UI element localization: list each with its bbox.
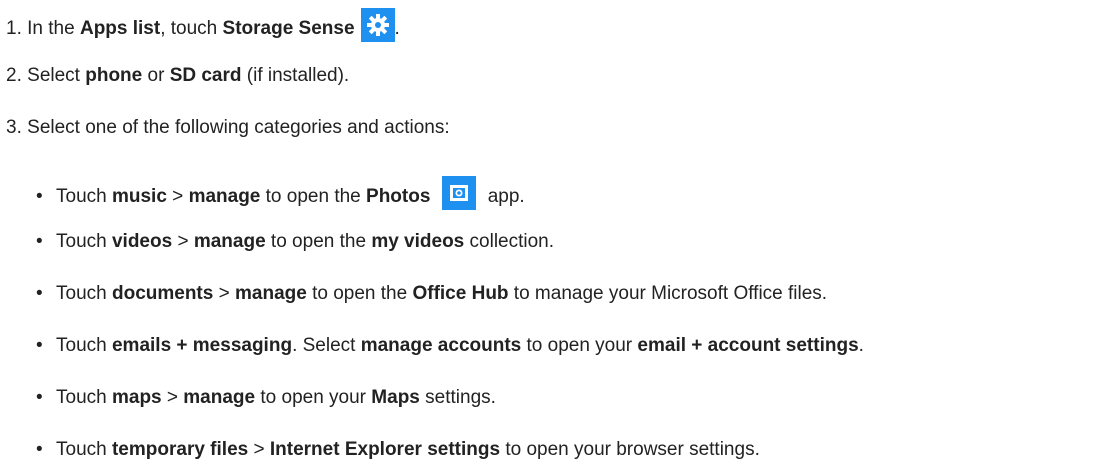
item-term: music bbox=[111, 186, 167, 207]
step-text: Select one of the following categories a… bbox=[27, 117, 450, 138]
item-text: to manage your Microsoft Office files. bbox=[508, 283, 828, 304]
item-term: Maps bbox=[371, 387, 420, 408]
phone-term: phone bbox=[85, 65, 143, 86]
item-term: email + account settings bbox=[637, 335, 859, 356]
step-text: In the bbox=[27, 18, 80, 39]
item-text: Touch bbox=[56, 439, 112, 460]
item-term: maps bbox=[111, 387, 162, 408]
item-term: my videos bbox=[371, 231, 465, 252]
apps-list-term: Apps list bbox=[79, 18, 161, 39]
step-text: , touch bbox=[160, 18, 223, 39]
list-item: • Touch maps > manage to open your Maps s… bbox=[36, 386, 496, 410]
item-text: to open the bbox=[306, 283, 413, 304]
instruction-document: 1. In the Apps list, touch Storage Sense… bbox=[0, 0, 1104, 472]
step-3: 3. Select one of the following categorie… bbox=[6, 116, 450, 140]
bullet-icon: • bbox=[36, 387, 43, 408]
bullet-icon: • bbox=[36, 439, 43, 460]
item-term: manage bbox=[193, 231, 266, 252]
bullet-icon: • bbox=[36, 231, 43, 252]
item-text: Touch bbox=[56, 231, 112, 252]
item-text: to open your bbox=[255, 387, 372, 408]
step-number: 2. bbox=[6, 65, 22, 86]
sd-card-term: SD card bbox=[169, 65, 242, 86]
item-text: > bbox=[213, 283, 235, 304]
list-item: • Touch temporary files > Internet Explor… bbox=[36, 438, 760, 462]
item-text: app. bbox=[482, 186, 525, 207]
step-1: 1. In the Apps list, touch Storage Sense… bbox=[6, 8, 400, 42]
item-text: > bbox=[248, 439, 270, 460]
item-text: Touch bbox=[56, 186, 112, 207]
item-text: > bbox=[166, 186, 189, 207]
item-text: to open the bbox=[260, 186, 367, 207]
item-text: . bbox=[858, 335, 864, 356]
step-text: (if installed). bbox=[241, 65, 350, 86]
gear-icon bbox=[360, 8, 395, 42]
item-term: videos bbox=[111, 231, 173, 252]
item-term: emails + messaging bbox=[111, 335, 293, 356]
item-text: Touch bbox=[56, 335, 112, 356]
bullet-icon: • bbox=[36, 186, 43, 207]
item-term: manage bbox=[235, 283, 307, 304]
item-term: manage bbox=[183, 387, 256, 408]
item-term: Internet Explorer settings bbox=[269, 439, 501, 460]
item-text: > bbox=[172, 231, 194, 252]
step-number: 3. bbox=[6, 117, 22, 138]
list-item: • Touch documents > manage to open the Of… bbox=[36, 282, 827, 306]
step-text: or bbox=[142, 65, 170, 86]
bullet-icon: • bbox=[36, 335, 43, 356]
item-text: to open your bbox=[521, 335, 638, 356]
storage-sense-term: Storage Sense bbox=[222, 18, 355, 39]
item-term: manage accounts bbox=[360, 335, 522, 356]
item-text: > bbox=[161, 387, 184, 408]
item-text: collection. bbox=[464, 231, 555, 252]
list-item: • Touch emails + messaging. Select manage… bbox=[36, 334, 864, 358]
list-item: • Touch videos > manage to open the my vi… bbox=[36, 230, 554, 254]
step-text: . bbox=[394, 18, 400, 39]
item-text: to open the bbox=[265, 231, 372, 252]
item-text: to open your browser settings. bbox=[500, 439, 760, 460]
step-text: Select bbox=[27, 65, 86, 86]
item-term: manage bbox=[188, 186, 261, 207]
photos-term: Photos bbox=[366, 186, 431, 207]
item-term: temporary files bbox=[111, 439, 249, 460]
photos-icon bbox=[442, 176, 477, 210]
item-text: Touch bbox=[56, 283, 112, 304]
step-number: 1. bbox=[6, 18, 22, 39]
item-term: Office Hub bbox=[412, 283, 509, 304]
list-item: • Touch music > manage to open the Photos… bbox=[36, 176, 525, 210]
item-text: settings. bbox=[419, 387, 496, 408]
item-text: . Select bbox=[292, 335, 361, 356]
step-2: 2. Select phone or SD card (if installed… bbox=[6, 64, 349, 88]
item-term: documents bbox=[111, 283, 214, 304]
bullet-icon: • bbox=[36, 283, 43, 304]
item-text: Touch bbox=[56, 387, 112, 408]
